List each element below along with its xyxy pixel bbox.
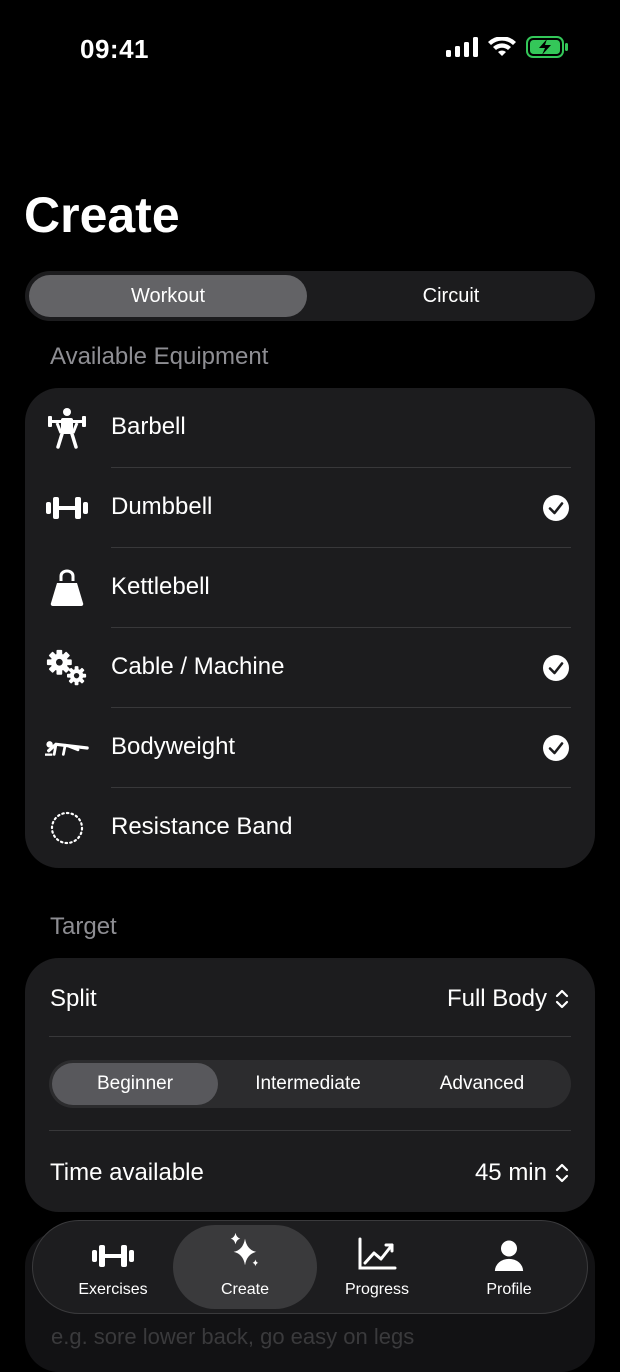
time-available-label: Time available bbox=[50, 1159, 204, 1186]
checkmark-icon bbox=[543, 735, 569, 761]
tab-circuit[interactable]: Circuit bbox=[311, 275, 591, 317]
barbell-lifter-icon bbox=[45, 408, 89, 449]
dumbbell-icon bbox=[45, 488, 89, 528]
tab-exercises[interactable]: Exercises bbox=[43, 1225, 183, 1309]
mode-segmented-control: Workout Circuit bbox=[25, 271, 595, 321]
page-title: Create bbox=[24, 187, 180, 243]
equipment-item-kettlebell[interactable]: Kettlebell bbox=[25, 548, 595, 628]
target-section-label: Target bbox=[50, 913, 117, 940]
dumbbell-icon bbox=[92, 1245, 134, 1267]
level-segmented-control: Beginner Intermediate Advanced bbox=[49, 1060, 571, 1108]
equipment-item-bodyweight[interactable]: Bodyweight bbox=[25, 708, 595, 788]
tab-label: Exercises bbox=[78, 1281, 148, 1298]
status-time: 09:41 bbox=[80, 34, 149, 64]
notes-placeholder[interactable]: e.g. sore lower back, go easy on legs bbox=[51, 1324, 414, 1350]
equipment-label: Bodyweight bbox=[111, 733, 236, 760]
gears-icon bbox=[45, 648, 89, 688]
level-advanced[interactable]: Advanced bbox=[397, 1063, 567, 1105]
equipment-label: Dumbbell bbox=[111, 493, 213, 520]
chevron-up-down-icon bbox=[555, 989, 569, 1009]
tab-workout[interactable]: Workout bbox=[29, 275, 307, 317]
kettlebell-icon bbox=[45, 568, 89, 608]
equipment-label: Resistance Band bbox=[111, 813, 293, 840]
tab-label: Create bbox=[220, 1281, 270, 1298]
equipment-item-dumbbell[interactable]: Dumbbell bbox=[25, 468, 595, 548]
equipment-item-barbell[interactable]: Barbell bbox=[25, 388, 595, 468]
time-available-value: 45 min bbox=[474, 1159, 547, 1186]
checkmark-icon bbox=[543, 495, 569, 521]
wifi-icon bbox=[488, 37, 516, 56]
equipment-card: Barbell Dumbbell Kettlebell Cable / Mach… bbox=[25, 388, 595, 868]
pushup-icon bbox=[45, 728, 89, 768]
split-label: Split bbox=[50, 985, 97, 1012]
tab-label: Profile bbox=[486, 1281, 532, 1298]
tab-label: Progress bbox=[344, 1281, 410, 1298]
divider bbox=[49, 1130, 571, 1131]
tab-profile[interactable]: Profile bbox=[439, 1225, 579, 1309]
split-value: Full Body bbox=[446, 985, 547, 1012]
status-icons bbox=[446, 36, 568, 58]
checkmark-icon bbox=[543, 655, 569, 681]
signal-icon bbox=[446, 37, 478, 57]
sparkles-icon bbox=[230, 1232, 259, 1267]
battery-charging-icon bbox=[526, 36, 568, 58]
equipment-label: Kettlebell bbox=[111, 573, 210, 600]
equipment-item-cable-machine[interactable]: Cable / Machine bbox=[25, 628, 595, 708]
split-picker[interactable]: Full Body bbox=[447, 985, 569, 1013]
equipment-section-label: Available Equipment bbox=[50, 343, 269, 370]
person-icon bbox=[494, 1240, 524, 1272]
divider bbox=[49, 1036, 571, 1037]
time-available-picker[interactable]: 45 min bbox=[475, 1159, 569, 1187]
equipment-label: Barbell bbox=[111, 413, 186, 440]
equipment-item-resistance-band[interactable]: Resistance Band bbox=[25, 788, 595, 868]
level-intermediate[interactable]: Intermediate bbox=[223, 1063, 393, 1105]
tab-bar: Exercises Create Progress Profile bbox=[32, 1220, 588, 1314]
tab-create[interactable]: Create bbox=[173, 1225, 317, 1309]
equipment-label: Cable / Machine bbox=[111, 653, 285, 680]
dotted-circle-icon bbox=[45, 808, 89, 848]
level-beginner[interactable]: Beginner bbox=[52, 1063, 218, 1105]
tab-progress[interactable]: Progress bbox=[307, 1225, 447, 1309]
target-card: Split Full Body Beginner Intermediate Ad… bbox=[25, 958, 595, 1212]
chevron-up-down-icon bbox=[555, 1163, 569, 1183]
chart-icon bbox=[358, 1237, 397, 1270]
